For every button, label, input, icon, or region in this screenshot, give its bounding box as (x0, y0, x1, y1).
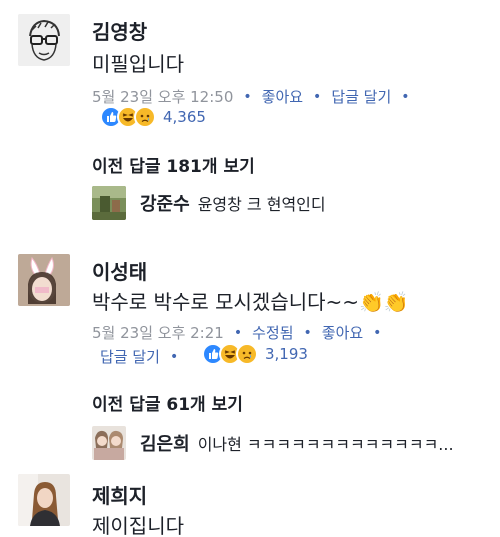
reaction-summary[interactable]: 4,365 (100, 106, 206, 128)
reaction-count: 4,365 (163, 108, 206, 126)
separator-dot: • (373, 324, 382, 341)
sketch-face-icon (18, 14, 70, 66)
sad-icon (134, 106, 156, 128)
latest-reply: 김은희 이나현 ㅋㅋㅋㅋㅋㅋㅋㅋㅋㅋㅋㅋㅋ... (92, 426, 454, 460)
reply-link[interactable]: 답글 달기 (100, 346, 160, 367)
comment-1: 김영창 미필입니다 5월 23일 오후 12:50 • 좋아요 • 답글 달기 … (0, 0, 500, 240)
reply-text: 이나현 ㅋㅋㅋㅋㅋㅋㅋㅋㅋㅋㅋㅋㅋ... (197, 435, 454, 454)
comment-date[interactable]: 5월 23일 오후 2:21 (92, 322, 224, 343)
reply-avatar[interactable] (92, 426, 126, 460)
separator-dot: • (401, 88, 410, 105)
reply-text: 윤영창 크 현역인디 (197, 195, 326, 214)
like-link[interactable]: 좋아요 (262, 86, 303, 107)
comment-meta: 5월 23일 오후 12:50 • 좋아요 • 답글 달기 • (92, 86, 420, 107)
separator-dot: • (243, 88, 252, 105)
avatar[interactable] (18, 14, 70, 66)
reply-author[interactable]: 강준수 (140, 190, 190, 216)
separator-dot: • (169, 348, 179, 365)
view-previous-replies[interactable]: 이전 답글 61개 보기 (92, 390, 243, 415)
edited-link[interactable]: 수정됨 (252, 322, 293, 343)
like-link[interactable]: 좋아요 (322, 322, 363, 343)
comment-meta-row-2: 답글 달기 • (100, 346, 188, 367)
sad-icon (236, 343, 258, 365)
selfie-bunny-ears-icon (18, 254, 70, 306)
comment-text: 박수로 박수로 모시겠습니다~~👏👏 (92, 290, 409, 314)
reply-link[interactable]: 답글 달기 (331, 86, 391, 107)
reply-avatar[interactable] (92, 186, 126, 220)
separator-dot: • (313, 88, 322, 105)
reaction-summary[interactable]: 3,193 (202, 343, 308, 365)
comment-text: 미필입니다 (92, 52, 184, 76)
separator-dot: • (303, 324, 312, 341)
profile-photo-icon (18, 474, 70, 526)
latest-reply: 강준수 윤영창 크 현역인디 (92, 186, 326, 220)
separator-dot: • (233, 324, 243, 341)
commenter-name[interactable]: 김영창 (92, 16, 147, 45)
reply-author[interactable]: 김은희 (140, 430, 190, 456)
comment-text: 제이집니다 (92, 514, 184, 537)
photo-thumbnail-icon (92, 186, 126, 220)
reaction-count: 3,193 (265, 345, 308, 363)
comment-date[interactable]: 5월 23일 오후 12:50 (92, 86, 233, 107)
commenter-name[interactable]: 이성태 (92, 256, 147, 285)
commenter-name[interactable]: 제희지 (92, 480, 147, 509)
comment-meta: 5월 23일 오후 2:21 • 수정됨 • 좋아요 • (92, 322, 391, 343)
two-people-photo-icon (92, 426, 126, 460)
comment-2: 이성태 박수로 박수로 모시겠습니다~~👏👏 5월 23일 오후 2:21 • … (0, 240, 500, 460)
view-previous-replies[interactable]: 이전 답글 181개 보기 (92, 152, 255, 177)
comment-3: 제희지 제이집니다 (0, 460, 500, 537)
avatar[interactable] (18, 474, 70, 526)
avatar[interactable] (18, 254, 70, 306)
